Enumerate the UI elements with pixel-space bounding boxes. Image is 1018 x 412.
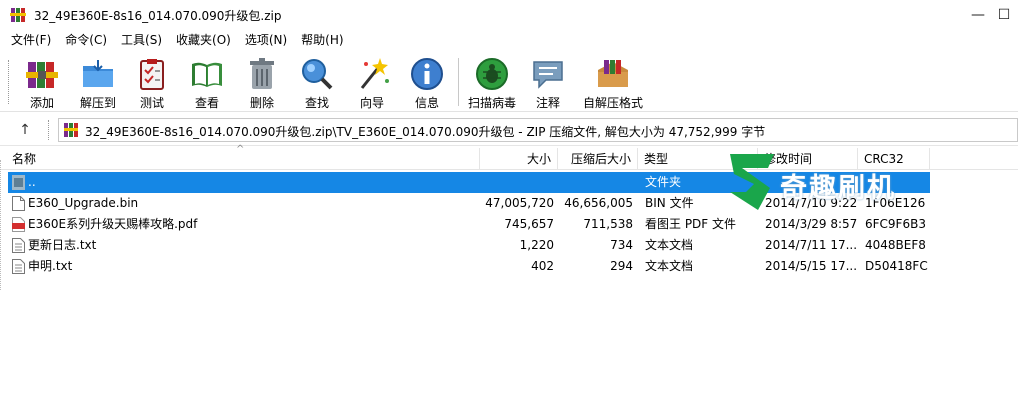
row-type: 看图王 PDF 文件 bbox=[645, 217, 737, 231]
row-crc: 4048BEF8 bbox=[865, 238, 926, 252]
title-bar: 32_49E360E-8s16_014.070.090升级包.zip — ☐ bbox=[0, 0, 1018, 30]
address-path: 32_49E360E-8s16_014.070.090升级包.zip\TV_E3… bbox=[85, 125, 766, 139]
menu-commands[interactable]: 命令(C) bbox=[58, 30, 114, 50]
row-packed: 294 bbox=[610, 259, 633, 273]
menu-favorites[interactable]: 收藏夹(O) bbox=[169, 30, 238, 50]
sfx-box-icon bbox=[598, 60, 628, 87]
scan-virus-bug-icon bbox=[476, 58, 508, 90]
delete-trash-icon bbox=[250, 58, 274, 89]
info-icon bbox=[411, 58, 443, 90]
row-type: 文件夹 bbox=[645, 175, 682, 189]
comment-button[interactable]: 注释 bbox=[520, 54, 576, 110]
row-crc: D50418FC bbox=[865, 259, 928, 273]
info-label: 信息 bbox=[414, 96, 439, 110]
pdf-file-icon bbox=[12, 217, 25, 232]
row-name: 更新日志.txt bbox=[28, 238, 97, 252]
test-button[interactable]: 测试 bbox=[124, 54, 180, 110]
scan-virus-button[interactable]: 扫描病毒 bbox=[464, 54, 520, 110]
menu-file[interactable]: 文件(F) bbox=[4, 30, 58, 50]
add-archive-icon bbox=[26, 62, 58, 88]
table-row[interactable]: 申明.txt 402 294 文本文档 2014/5/15 17... D504… bbox=[8, 256, 930, 277]
wizard-button[interactable]: 向导 bbox=[344, 54, 400, 110]
column-type[interactable]: 类型 bbox=[638, 148, 758, 170]
folder-up-icon bbox=[12, 175, 25, 190]
table-row[interactable]: .. 文件夹 bbox=[8, 172, 930, 193]
row-name: .. bbox=[28, 175, 36, 189]
text-file-icon bbox=[12, 238, 25, 253]
column-name[interactable]: 名称 bbox=[6, 148, 480, 170]
menu-options[interactable]: 选项(N) bbox=[238, 30, 294, 50]
file-icon bbox=[12, 196, 25, 211]
row-size: 745,657 bbox=[504, 217, 554, 231]
find-magnifier-icon bbox=[302, 59, 333, 90]
row-size bbox=[480, 172, 554, 193]
row-crc: 1F06E126 bbox=[865, 196, 926, 210]
row-name: E360_Upgrade.bin bbox=[28, 196, 139, 210]
sfx-label: 自解压格式 bbox=[582, 96, 643, 110]
window-title: 32_49E360E-8s16_014.070.090升级包.zip bbox=[34, 9, 282, 23]
address-row: ↑ 32_49E360E-8s16_014.070.090升级包.zip\TV_… bbox=[0, 114, 1018, 146]
table-row[interactable]: E360E系列升级天赐棒攻略.pdf 745,657 711,538 看图王 P… bbox=[8, 214, 930, 235]
row-crc bbox=[865, 172, 929, 193]
delete-button[interactable]: 删除 bbox=[234, 54, 290, 110]
column-size[interactable]: 大小 bbox=[480, 148, 558, 170]
row-crc: 6FC9F6B3 bbox=[865, 217, 926, 231]
add-button[interactable]: 添加 bbox=[14, 54, 70, 110]
row-size: 1,220 bbox=[519, 238, 554, 252]
find-button[interactable]: 查找 bbox=[289, 54, 345, 110]
column-modified[interactable]: 修改时间 bbox=[758, 148, 858, 170]
row-type: BIN 文件 bbox=[645, 196, 694, 210]
row-modified bbox=[765, 172, 861, 193]
up-folder-button[interactable]: ↑ bbox=[14, 120, 36, 140]
row-type: 文本文档 bbox=[645, 259, 694, 273]
extract-folder-icon bbox=[83, 60, 113, 87]
archive-icon bbox=[64, 123, 78, 137]
row-name: E360E系列升级天赐棒攻略.pdf bbox=[28, 217, 198, 231]
menu-help[interactable]: 帮助(H) bbox=[294, 30, 350, 50]
table-row[interactable]: E360_Upgrade.bin 47,005,720 46,656,005 B… bbox=[8, 193, 930, 214]
comment-bubble-icon bbox=[533, 61, 563, 89]
row-packed: 711,538 bbox=[583, 217, 633, 231]
row-size: 47,005,720 bbox=[485, 196, 554, 210]
row-modified: 2014/7/10 9:22 bbox=[765, 196, 858, 210]
column-crc32[interactable]: CRC32 bbox=[858, 148, 930, 170]
row-packed bbox=[558, 172, 633, 193]
view-button[interactable]: 查看 bbox=[179, 54, 235, 110]
address-grip[interactable] bbox=[48, 120, 51, 140]
sfx-button[interactable]: 自解压格式 bbox=[583, 54, 643, 110]
test-clipboard-icon bbox=[140, 59, 164, 90]
column-packed-size[interactable]: 压缩后大小 bbox=[558, 148, 638, 170]
address-bar[interactable]: 32_49E360E-8s16_014.070.090升级包.zip\TV_E3… bbox=[58, 118, 1018, 142]
row-modified: 2014/7/11 17... bbox=[765, 238, 858, 252]
file-list-header: ^ 名称 大小 压缩后大小 类型 修改时间 CRC32 bbox=[0, 144, 1018, 170]
row-packed: 734 bbox=[610, 238, 633, 252]
maximize-button[interactable]: ☐ bbox=[990, 0, 1018, 30]
row-size: 402 bbox=[531, 259, 554, 273]
wizard-wand-icon bbox=[360, 58, 389, 89]
row-name: 申明.txt bbox=[28, 259, 73, 273]
info-button[interactable]: 信息 bbox=[399, 54, 455, 110]
winrar-app-icon[interactable] bbox=[10, 7, 26, 23]
pane-edge bbox=[0, 160, 3, 290]
row-modified: 2014/3/29 8:57 bbox=[765, 217, 858, 231]
view-book-icon bbox=[192, 62, 222, 87]
toolbar: 添加 解压到 测试 查看 删除 查找 向导 信息 扫描病毒 注释 自解压格式 bbox=[0, 50, 1018, 112]
row-type: 文本文档 bbox=[645, 238, 694, 252]
menu-tools[interactable]: 工具(S) bbox=[114, 30, 169, 50]
row-modified: 2014/5/15 17... bbox=[765, 259, 858, 273]
row-packed: 46,656,005 bbox=[564, 196, 633, 210]
comment-label: 注释 bbox=[535, 96, 560, 110]
menu-bar: 文件(F) 命令(C) 工具(S) 收藏夹(O) 选项(N) 帮助(H) bbox=[0, 30, 1018, 50]
text-file-icon bbox=[12, 259, 25, 274]
table-row[interactable]: 更新日志.txt 1,220 734 文本文档 2014/7/11 17... … bbox=[8, 235, 930, 256]
